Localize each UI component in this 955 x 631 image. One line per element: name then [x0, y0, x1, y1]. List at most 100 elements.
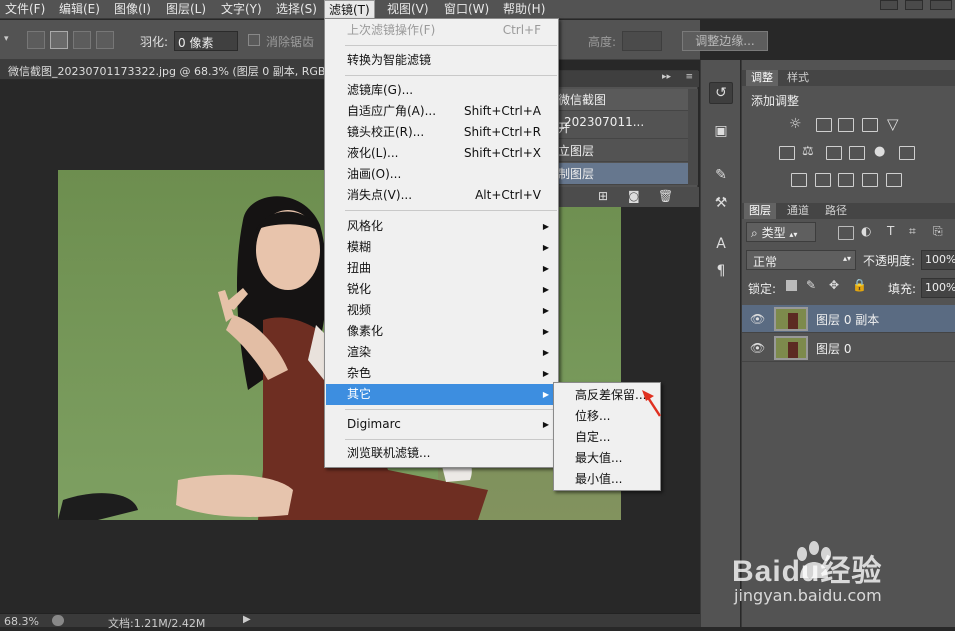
restore-button[interactable] — [905, 0, 923, 10]
photo-filter-icon[interactable] — [849, 146, 865, 160]
layer-filter-select[interactable]: ⌕ 类型 ▴▾ — [746, 222, 816, 242]
filter-pixel-icon[interactable] — [838, 226, 854, 240]
history-row[interactable]: 开 — [552, 117, 688, 139]
height-input[interactable] — [622, 31, 662, 51]
menu-layer[interactable]: 图层(L) — [166, 0, 206, 19]
document-tab[interactable]: 微信截图_20230701173322.jpg @ 68.3% (图层 0 副本… — [8, 63, 325, 79]
invert-icon[interactable] — [791, 173, 807, 187]
posterize-icon[interactable] — [815, 173, 831, 187]
submenu-item-custom[interactable]: 自定... — [555, 427, 659, 448]
visibility-eye-icon[interactable]: 👁 — [750, 312, 765, 326]
menu-item-digimarc[interactable]: Digimarc ▶ — [326, 414, 557, 435]
vibrance-icon[interactable]: ▽ — [887, 115, 899, 133]
feather-input[interactable]: 0 像素 — [174, 31, 238, 51]
tab-adjustments[interactable]: 调整 — [746, 70, 778, 86]
menu-item-noise[interactable]: 杂色 ▶ — [326, 363, 557, 384]
menu-file[interactable]: 文件(F) — [5, 0, 45, 19]
menu-item-blur[interactable]: 模糊 ▶ — [326, 237, 557, 258]
menu-window[interactable]: 窗口(W) — [444, 0, 489, 19]
gradient-map-icon[interactable] — [886, 173, 902, 187]
menu-item-other[interactable]: 其它 ▶ — [326, 384, 557, 405]
filter-type-icon[interactable]: T — [887, 224, 894, 238]
lock-transparent-icon[interactable] — [786, 280, 797, 291]
menu-item-adaptive-wide-angle[interactable]: 自适应广角(A)... Shift+Ctrl+A — [326, 101, 557, 122]
brightness-icon[interactable]: ☼ — [789, 116, 802, 132]
collapse-icon[interactable]: ▸▸ — [662, 72, 671, 82]
curves-icon[interactable] — [838, 118, 854, 132]
filter-adjustment-icon[interactable]: ◐ — [861, 224, 871, 238]
menu-item-filter-gallery[interactable]: 滤镜库(G)... — [326, 80, 557, 101]
menu-filter[interactable]: 滤镜(T) — [324, 0, 375, 19]
menu-item-convert-smart-filter[interactable]: 转换为智能滤镜 — [326, 50, 557, 71]
add-selection-icon[interactable] — [50, 31, 68, 49]
layer-row[interactable]: 👁 图层 0 — [742, 334, 955, 362]
menu-item-video[interactable]: 视频 ▶ — [326, 300, 557, 321]
status-arrow-icon[interactable]: ▶ — [243, 614, 251, 625]
visibility-eye-icon[interactable]: 👁 — [750, 341, 765, 355]
new-selection-icon[interactable] — [27, 31, 45, 49]
tab-layers[interactable]: 图层 — [744, 203, 776, 219]
panel-menu-icon[interactable]: ≡ — [685, 72, 693, 82]
menu-item-pixelate[interactable]: 像素化 ▶ — [326, 321, 557, 342]
character-panel-icon[interactable]: A — [709, 233, 733, 255]
tool-presets-icon[interactable]: ⚒ — [709, 192, 733, 214]
history-row[interactable]: 立图层 — [552, 140, 688, 162]
hue-saturation-icon[interactable] — [779, 146, 795, 160]
history-row-selected[interactable]: 制图层 — [552, 163, 688, 185]
menu-image[interactable]: 图像(I) — [114, 0, 151, 19]
menu-item-stylize[interactable]: 风格化 ▶ — [326, 216, 557, 237]
color-balance-icon[interactable]: ⚖ — [802, 144, 814, 159]
submenu-item-minimum[interactable]: 最小值... — [555, 469, 659, 490]
minimize-button[interactable] — [880, 0, 898, 10]
lock-position-icon[interactable]: ✥ — [829, 278, 839, 292]
menu-edit[interactable]: 编辑(E) — [59, 0, 100, 19]
tab-channels[interactable]: 通道 — [782, 203, 814, 219]
black-white-icon[interactable] — [826, 146, 842, 160]
properties-panel-icon[interactable]: ▣ — [709, 120, 733, 142]
color-lookup-icon[interactable] — [899, 146, 915, 160]
fill-input[interactable]: 100% — [921, 278, 955, 298]
snapshot-camera-icon[interactable]: ◙ — [628, 189, 640, 203]
tab-paths[interactable]: 路径 — [820, 203, 852, 219]
layer-name[interactable]: 图层 0 副本 — [816, 311, 879, 328]
menu-view[interactable]: 视图(V) — [387, 0, 429, 19]
channel-mixer-icon[interactable]: ● — [874, 144, 885, 159]
trash-icon[interactable]: 🗑 — [658, 189, 673, 203]
threshold-icon[interactable] — [838, 173, 854, 187]
subtract-selection-icon[interactable] — [73, 31, 91, 49]
history-scrollbar[interactable] — [688, 89, 698, 185]
menu-item-lens-correction[interactable]: 镜头校正(R)... Shift+Ctrl+R — [326, 122, 557, 143]
layer-name[interactable]: 图层 0 — [816, 340, 851, 357]
submenu-item-maximum[interactable]: 最大值... — [555, 448, 659, 469]
lock-image-icon[interactable]: ✎ — [806, 278, 816, 292]
refine-edge-button[interactable]: 调整边缘... — [682, 31, 768, 51]
new-document-icon[interactable]: ⊞ — [598, 189, 608, 203]
menu-item-vanishing-point[interactable]: 消失点(V)... Alt+Ctrl+V — [326, 185, 557, 206]
exposure-icon[interactable] — [862, 118, 878, 132]
intersect-selection-icon[interactable] — [96, 31, 114, 49]
menu-select[interactable]: 选择(S) — [276, 0, 317, 19]
menu-type[interactable]: 文字(Y) — [221, 0, 262, 19]
filter-shape-icon[interactable]: ⌗ — [909, 224, 916, 239]
opacity-input[interactable]: 100% — [921, 250, 955, 270]
menu-item-sharpen[interactable]: 锐化 ▶ — [326, 279, 557, 300]
blend-mode-select[interactable]: 正常 ▴▾ — [746, 250, 856, 270]
layer-row-selected[interactable]: 👁 图层 0 副本 — [742, 305, 955, 333]
status-menu-icon[interactable] — [52, 615, 64, 626]
menu-item-render[interactable]: 渲染 ▶ — [326, 342, 557, 363]
tool-preset-arrow-icon[interactable]: ▾ — [4, 34, 9, 44]
menu-item-browse-online-filters[interactable]: 浏览联机滤镜... — [326, 443, 557, 464]
menu-help[interactable]: 帮助(H) — [503, 0, 545, 19]
paragraph-panel-icon[interactable]: ¶ — [709, 260, 733, 282]
antialias-checkbox[interactable] — [248, 34, 260, 46]
filter-smart-icon[interactable]: ⎘ — [933, 224, 943, 239]
menu-item-oil-paint[interactable]: 油画(O)... — [326, 164, 557, 185]
close-button[interactable] — [930, 0, 952, 10]
history-snapshot[interactable]: 微信截图_202307011... — [552, 89, 688, 129]
selective-color-icon[interactable] — [862, 173, 878, 187]
menu-item-distort[interactable]: 扭曲 ▶ — [326, 258, 557, 279]
tab-styles[interactable]: 样式 — [782, 70, 814, 86]
history-panel-icon[interactable]: ↺ — [709, 82, 733, 104]
zoom-level[interactable]: 68.3% — [4, 615, 39, 628]
levels-icon[interactable] — [816, 118, 832, 132]
